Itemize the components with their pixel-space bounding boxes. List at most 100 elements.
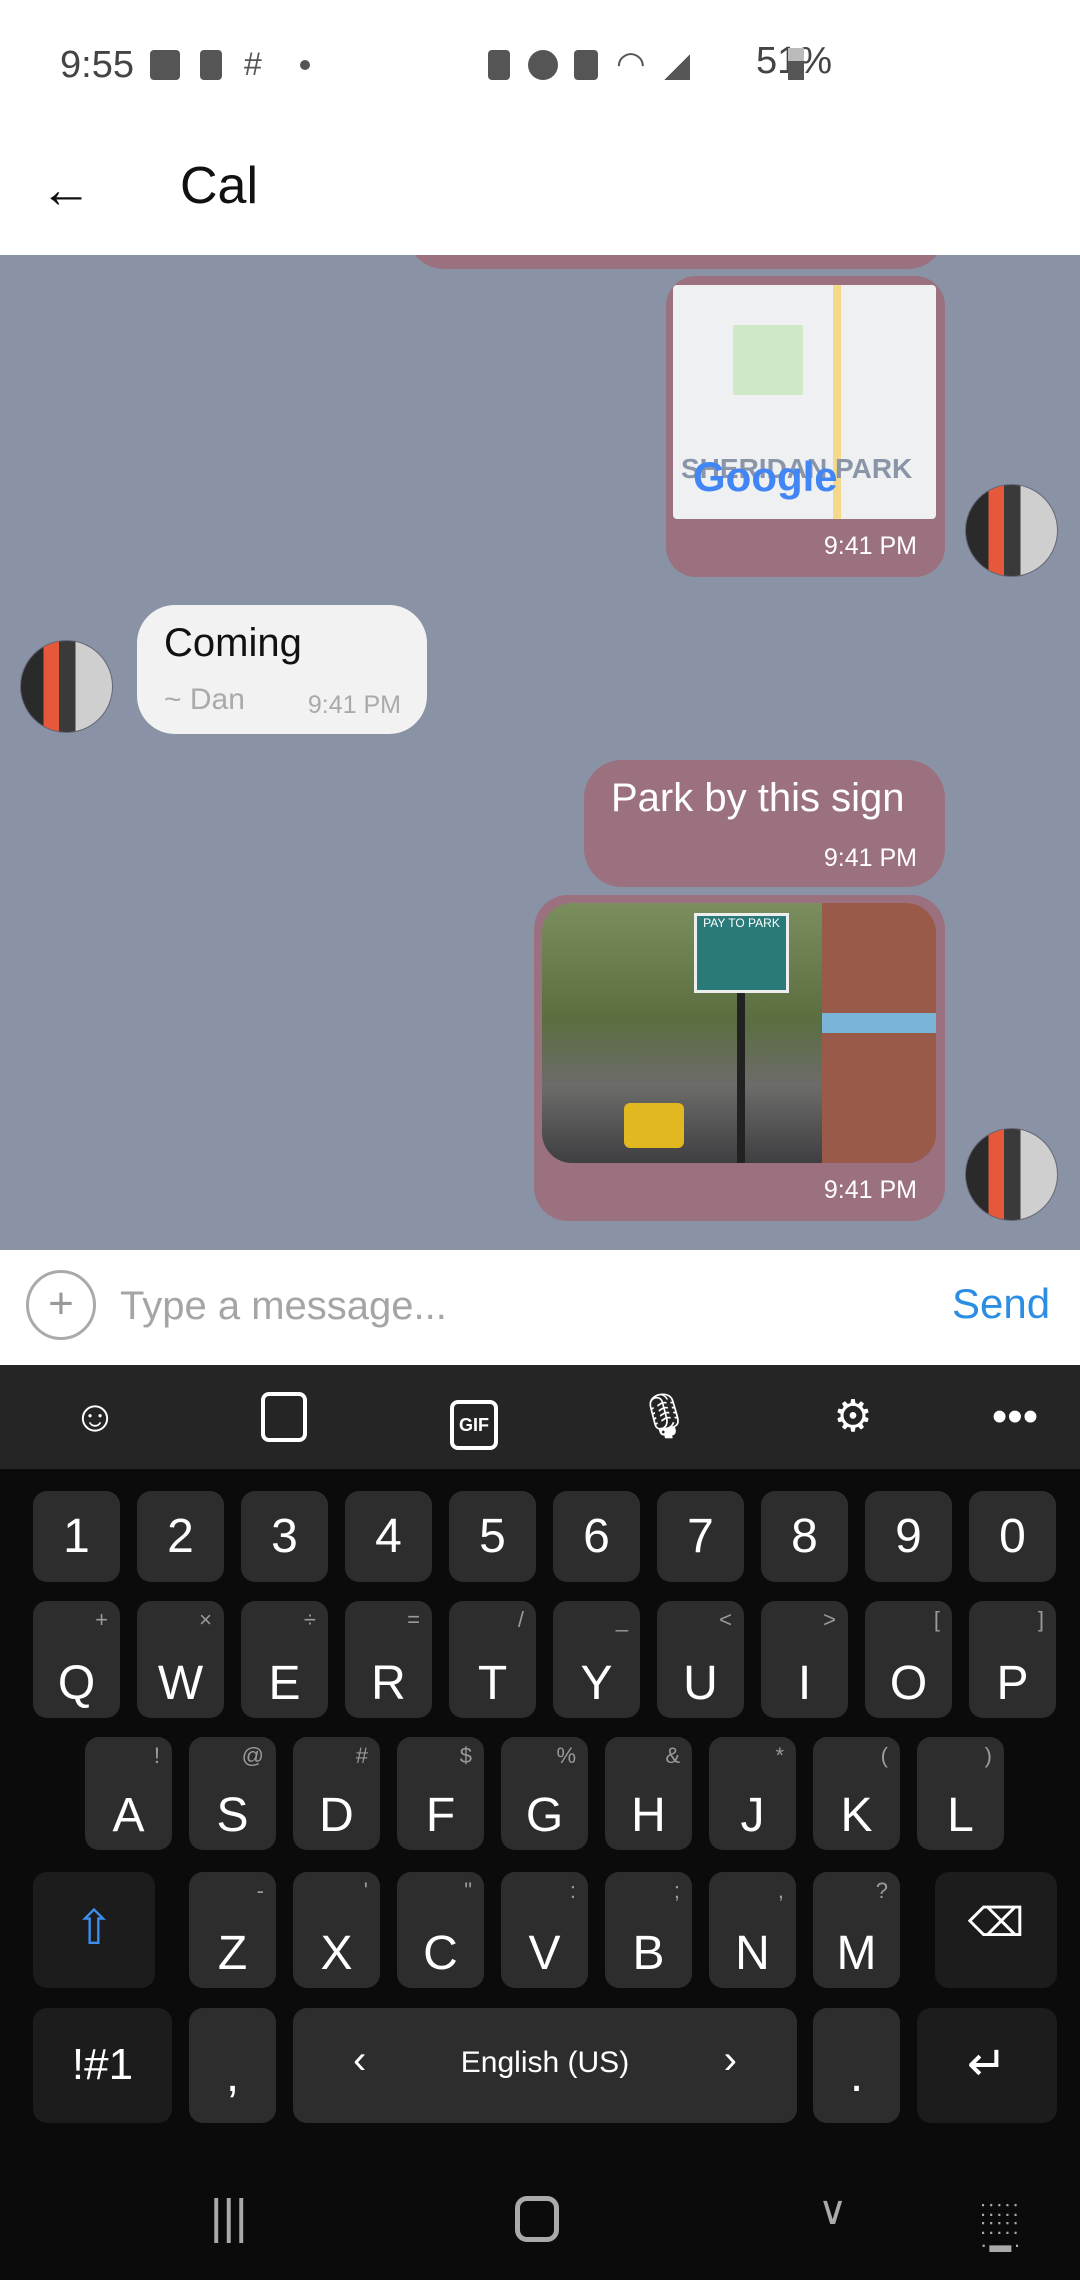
key-o[interactable]: O[ <box>865 1601 952 1718</box>
key-secondary-label: < <box>719 1607 732 1632</box>
sticker-icon[interactable] <box>254 1387 314 1447</box>
attach-plus-button[interactable]: + <box>26 1270 96 1340</box>
key-g[interactable]: G% <box>501 1737 588 1850</box>
key-5[interactable]: 5 <box>449 1491 536 1582</box>
key-t[interactable]: T / <box>449 1601 536 1718</box>
more-icon[interactable]: ••• <box>985 1387 1045 1447</box>
key-secondary-label: = <box>407 1607 420 1632</box>
key-v[interactable]: V: <box>501 1872 588 1988</box>
recent-apps-icon[interactable]: ||| <box>210 2190 247 2245</box>
key-secondary-label: ? <box>875 1878 888 1903</box>
microphone-icon[interactable]: 🎙︎ <box>634 1387 694 1447</box>
key-x[interactable]: X ' <box>293 1872 380 1988</box>
key-6[interactable]: 6 <box>553 1491 640 1582</box>
emoji-icon[interactable]: ☺ <box>65 1387 125 1447</box>
comma-label: , <box>225 2049 240 2102</box>
key-2[interactable]: 2 <box>137 1491 224 1582</box>
key-label: O <box>889 1657 928 1710</box>
key-label: 5 <box>479 1510 506 1563</box>
message-bubble-image[interactable]: PAY TO PARK 9:41 PM <box>534 895 945 1221</box>
key-label: M <box>836 1927 877 1980</box>
avatar[interactable] <box>965 484 1058 577</box>
key-secondary-label: & <box>665 1743 680 1768</box>
space-key[interactable]: ‹ English (US) › <box>293 2008 797 2123</box>
message-time: 9:41 PM <box>823 844 917 872</box>
back-button[interactable]: ← <box>40 160 92 220</box>
key-h[interactable]: H & <box>605 1737 692 1850</box>
message-list[interactable]: SHERIDAN PARK Google 9:41 PM Coming ~ Da… <box>0 255 1080 1250</box>
message-sender: ~ Dan <box>164 683 245 716</box>
key-label: 8 <box>791 1510 818 1563</box>
key-label: 9 <box>895 1510 922 1563</box>
key-label: R <box>371 1657 406 1710</box>
home-icon[interactable] <box>515 2196 559 2242</box>
key-l[interactable]: L) <box>917 1737 1004 1850</box>
key-0[interactable]: 0 <box>969 1491 1056 1582</box>
key-secondary-label: ) <box>984 1743 992 1768</box>
key-i[interactable]: I > <box>761 1601 848 1718</box>
key-u[interactable]: U < <box>657 1601 744 1718</box>
settings-icon[interactable]: ⚙ <box>823 1387 883 1447</box>
key-secondary-label: _ <box>615 1607 628 1632</box>
key-label: G <box>525 1789 564 1842</box>
key-a[interactable]: A! <box>85 1737 172 1850</box>
backspace-key[interactable]: ⌫ <box>935 1872 1057 1988</box>
key-p[interactable]: P] <box>969 1601 1056 1718</box>
dot-icon <box>300 60 310 70</box>
key-k[interactable]: K( <box>813 1737 900 1850</box>
symbols-key[interactable]: !#1 <box>33 2008 172 2123</box>
key-secondary-label: : <box>569 1878 576 1903</box>
gif-icon[interactable]: GIF <box>444 1387 504 1450</box>
key-s[interactable]: S @ <box>189 1737 276 1850</box>
key-3[interactable]: 3 <box>241 1491 328 1582</box>
key-9[interactable]: 9 <box>865 1491 952 1582</box>
key-z[interactable]: Z- <box>189 1872 276 1988</box>
comma-key[interactable]: , <box>189 2008 276 2123</box>
period-key[interactable]: . <box>813 2008 900 2123</box>
key-e[interactable]: E ÷ <box>241 1601 328 1718</box>
key-w[interactable]: W × <box>137 1601 224 1718</box>
key-secondary-label: * <box>775 1743 784 1768</box>
key-4[interactable]: 4 <box>345 1491 432 1582</box>
message-bubble-outgoing[interactable]: Park by this sign 9:41 PM <box>584 760 945 887</box>
hide-keyboard-icon[interactable]: ∨ <box>818 2188 847 2234</box>
key-j[interactable]: J * <box>709 1737 796 1850</box>
message-bubble-incoming[interactable]: Coming ~ Dan 9:41 PM <box>137 605 427 734</box>
key-f[interactable]: F $ <box>397 1737 484 1850</box>
photo-thumbnail[interactable]: PAY TO PARK <box>542 903 936 1163</box>
key-8[interactable]: 8 <box>761 1491 848 1582</box>
key-d[interactable]: D # <box>293 1737 380 1850</box>
backspace-icon: ⌫ <box>967 1901 1025 1945</box>
key-label: V <box>528 1927 561 1980</box>
key-label: P <box>996 1657 1029 1710</box>
key-c[interactable]: C " <box>397 1872 484 1988</box>
key-7[interactable]: 7 <box>657 1491 744 1582</box>
key-b[interactable]: B; <box>605 1872 692 1988</box>
avatar[interactable] <box>20 640 113 733</box>
key-r[interactable]: R = <box>345 1601 432 1718</box>
status-time: 9:55 <box>60 44 134 86</box>
enter-key[interactable]: ↵ <box>917 2008 1057 2123</box>
avatar[interactable] <box>965 1128 1058 1221</box>
photo-pole <box>737 993 745 1163</box>
key-label: K <box>840 1789 873 1842</box>
send-button[interactable]: Send <box>952 1280 1050 1328</box>
key-secondary-label: # <box>355 1743 368 1768</box>
map-thumbnail[interactable]: SHERIDAN PARK Google <box>673 285 936 519</box>
sign-text: PAY TO PARK <box>703 916 780 930</box>
battery-icon <box>788 48 804 80</box>
key-1[interactable]: 1 <box>33 1491 120 1582</box>
key-m[interactable]: M? <box>813 1872 900 1988</box>
language-label: English (US) <box>460 2046 630 2079</box>
message-bubble-map[interactable]: SHERIDAN PARK Google 9:41 PM <box>666 276 945 577</box>
key-q[interactable]: Q + <box>33 1601 120 1718</box>
shift-key[interactable]: ⇧ <box>33 1872 155 1988</box>
keyboard-switch-icon[interactable]: :::::::::: ·▬· <box>980 2198 1023 2256</box>
message-input[interactable] <box>120 1276 920 1336</box>
speaker-icon <box>200 50 222 80</box>
key-n[interactable]: N, <box>709 1872 796 1988</box>
key-y[interactable]: Y _ <box>553 1601 640 1718</box>
map-park <box>733 325 803 395</box>
slack-icon: # <box>244 46 262 82</box>
wifi-icon: ◠ <box>616 45 646 83</box>
